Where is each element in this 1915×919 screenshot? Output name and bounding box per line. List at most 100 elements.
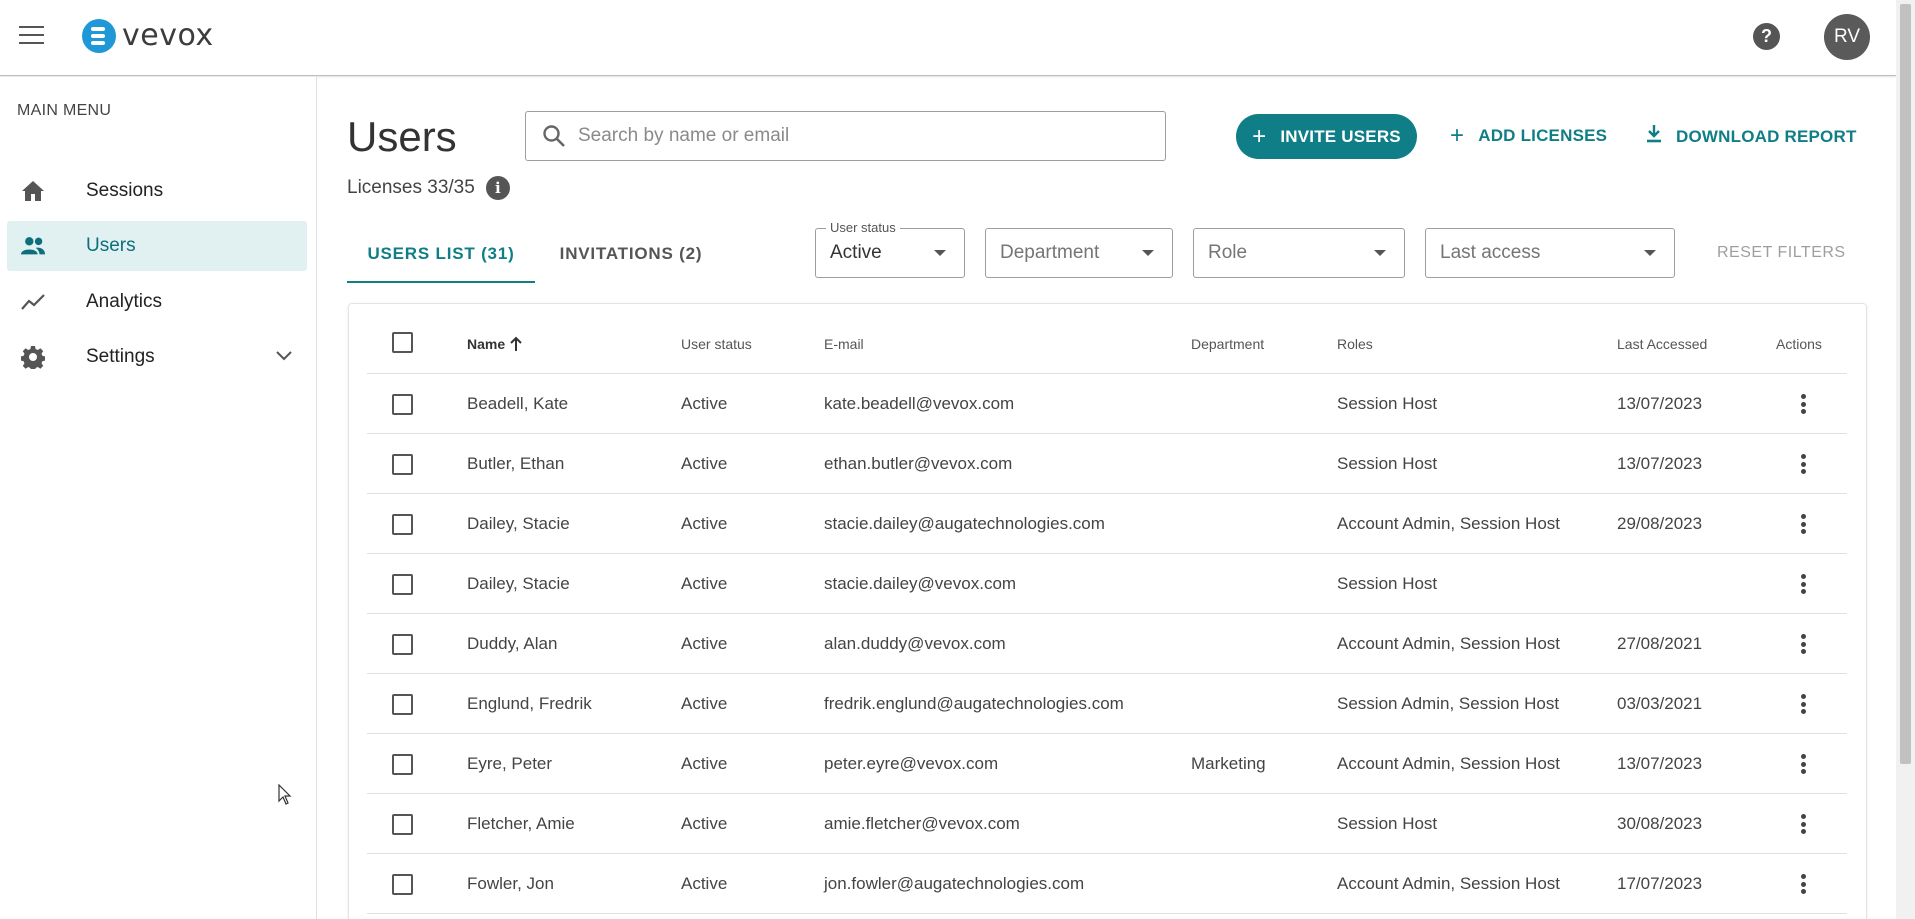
- table-row[interactable]: Fletcher, Amie Active amie.fletcher@vevox.…: [367, 794, 1847, 854]
- row-checkbox[interactable]: [392, 574, 413, 595]
- help-icon[interactable]: ?: [1753, 23, 1780, 50]
- select-all-checkbox[interactable]: [392, 332, 413, 353]
- search-input[interactable]: [578, 125, 1138, 147]
- invite-users-label: INVITE USERS: [1280, 126, 1401, 146]
- add-licenses-label: ADD LICENSES: [1478, 126, 1608, 145]
- cell-name: Butler, Ethan: [467, 454, 565, 473]
- chevron-down-icon[interactable]: [276, 348, 292, 366]
- row-checkbox[interactable]: [392, 514, 413, 535]
- sort-ascending-icon: [510, 336, 522, 351]
- column-header-last-accessed: Last Accessed: [1617, 336, 1708, 352]
- invite-users-button[interactable]: + INVITE USERS: [1236, 114, 1417, 159]
- sidebar-item-settings[interactable]: Settings: [7, 332, 307, 382]
- column-header-email: E-mail: [824, 336, 864, 352]
- hamburger-menu-icon[interactable]: [19, 26, 44, 46]
- user-avatar[interactable]: RV: [1824, 14, 1870, 60]
- sidebar-item-sessions[interactable]: Sessions: [7, 166, 307, 216]
- download-report-label: DOWNLOAD REPORT: [1676, 126, 1857, 146]
- users-icon: [20, 233, 46, 259]
- licenses-count: Licenses 33/35 i: [347, 176, 510, 200]
- cell-email: stacie.dailey@augatechnologies.com: [824, 514, 1105, 533]
- table-row[interactable]: Butler, Ethan Active ethan.butler@vevox.co…: [367, 434, 1847, 494]
- row-checkbox[interactable]: [392, 754, 413, 775]
- page-title: Users: [347, 113, 457, 160]
- row-checkbox[interactable]: [392, 694, 413, 715]
- sidebar-item-analytics[interactable]: Analytics: [7, 277, 307, 327]
- cell-user-status: Active: [681, 514, 728, 533]
- role-filter[interactable]: Role: [1193, 228, 1405, 278]
- more-actions-icon[interactable]: [1793, 871, 1813, 897]
- more-actions-icon[interactable]: [1793, 511, 1813, 537]
- top-bar: vevox ? RV: [0, 0, 1896, 76]
- cell-name: Englund, Fredrik: [467, 694, 592, 713]
- cell-last-accessed: 17/07/2023: [1617, 874, 1703, 893]
- cell-roles: Session Host: [1337, 394, 1438, 413]
- row-checkbox[interactable]: [392, 814, 413, 835]
- sidebar-item-users[interactable]: Users: [7, 221, 307, 271]
- cell-email: fredrik.englund@augatechnologies.com: [824, 694, 1124, 713]
- department-filter-placeholder: Department: [1000, 242, 1100, 263]
- more-actions-icon[interactable]: [1793, 451, 1813, 477]
- user-status-filter[interactable]: User status Active: [815, 220, 965, 278]
- table-row[interactable]: Fowler, Jon Active jon.fowler@augatechnolo…: [367, 854, 1847, 914]
- row-checkbox[interactable]: [392, 394, 413, 415]
- gear-icon: [20, 344, 46, 370]
- cell-last-accessed: 29/08/2023: [1617, 514, 1703, 533]
- cell-name: Dailey, Stacie: [467, 574, 570, 593]
- cell-roles: Account Admin, Session Host: [1337, 874, 1561, 893]
- vevox-logo[interactable]: vevox: [82, 18, 214, 53]
- row-checkbox[interactable]: [392, 634, 413, 655]
- more-actions-icon[interactable]: [1793, 811, 1813, 837]
- dropdown-caret-icon: [1374, 250, 1386, 256]
- table-row[interactable]: Eyre, Peter Active peter.eyre@vevox.com Mar…: [367, 734, 1847, 794]
- more-actions-icon[interactable]: [1793, 631, 1813, 657]
- licenses-text: Licenses 33/35: [347, 177, 475, 198]
- column-header-department: Department: [1191, 336, 1265, 352]
- table-row[interactable]: Dailey, Stacie Active stacie.dailey@vevox.…: [367, 554, 1847, 614]
- user-status-filter-label: User status: [826, 220, 900, 235]
- row-checkbox[interactable]: [392, 874, 413, 895]
- table-row[interactable]: Englund, Fredrik Active fredrik.englund@au…: [367, 674, 1847, 734]
- more-actions-icon[interactable]: [1793, 391, 1813, 417]
- main-menu-heading: MAIN MENU: [17, 102, 112, 119]
- cell-last-accessed: 30/08/2023: [1617, 814, 1703, 833]
- info-icon[interactable]: i: [485, 176, 510, 200]
- cell-user-status: Active: [681, 574, 728, 593]
- mouse-cursor-icon: [278, 784, 292, 805]
- page-scrollbar[interactable]: [1896, 0, 1915, 919]
- cell-email: amie.fletcher@vevox.com: [824, 814, 1020, 833]
- search-field[interactable]: [525, 111, 1166, 161]
- cell-last-accessed: 03/03/2021: [1617, 694, 1703, 713]
- tab-users-list[interactable]: USERS LIST (31): [347, 229, 535, 283]
- table-row[interactable]: Beadell, Kate Active kate.beadell@vevox.co…: [367, 374, 1847, 434]
- cell-email: alan.duddy@vevox.com: [824, 634, 1006, 653]
- department-filter[interactable]: Department: [985, 228, 1173, 278]
- column-header-actions: Actions: [1776, 336, 1822, 352]
- cell-roles: Session Host: [1337, 574, 1438, 593]
- cell-name: Fowler, Jon: [467, 874, 554, 893]
- row-checkbox[interactable]: [392, 454, 413, 475]
- table-row[interactable]: Dailey, Stacie Active stacie.dailey@augate…: [367, 494, 1847, 554]
- last-access-filter[interactable]: Last access: [1425, 228, 1675, 278]
- reset-filters-button[interactable]: RESET FILTERS: [1717, 244, 1846, 262]
- dropdown-caret-icon: [1644, 250, 1656, 256]
- vevox-logo-mark-icon: [82, 18, 116, 53]
- table-row[interactable]: Duddy, Alan Active alan.duddy@vevox.com Acc…: [367, 614, 1847, 674]
- more-actions-icon[interactable]: [1793, 751, 1813, 777]
- cell-last-accessed: 13/07/2023: [1617, 394, 1703, 413]
- dropdown-caret-icon: [1142, 250, 1154, 256]
- tab-label: INVITATIONS (2): [559, 244, 703, 263]
- download-icon: [1646, 124, 1662, 149]
- download-report-button[interactable]: DOWNLOAD REPORT: [1646, 124, 1857, 149]
- last-access-filter-placeholder: Last access: [1440, 242, 1541, 263]
- more-actions-icon[interactable]: [1793, 571, 1813, 597]
- tab-invitations[interactable]: INVITATIONS (2): [543, 229, 719, 283]
- plus-icon: +: [1450, 122, 1465, 149]
- add-licenses-button[interactable]: + ADD LICENSES: [1450, 124, 1607, 148]
- analytics-icon: [20, 289, 46, 315]
- column-header-name[interactable]: Name: [467, 336, 523, 352]
- cell-roles: Account Admin, Session Host: [1337, 634, 1561, 653]
- cell-user-status: Active: [681, 394, 728, 413]
- scrollbar-thumb[interactable]: [1900, 4, 1911, 764]
- more-actions-icon[interactable]: [1793, 691, 1813, 717]
